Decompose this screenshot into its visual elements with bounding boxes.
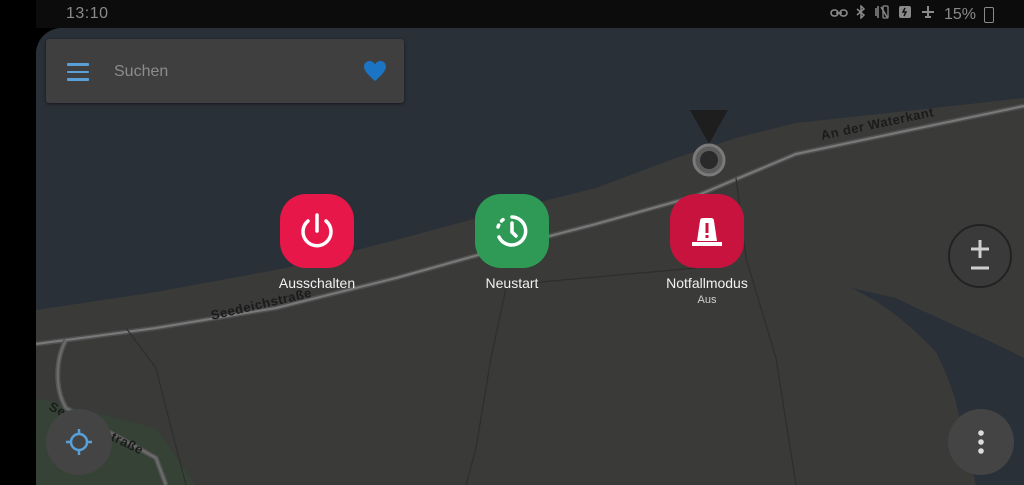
screen-bezel — [0, 0, 36, 485]
bluetooth-icon — [856, 4, 866, 24]
battery-saver-icon — [898, 5, 912, 24]
emergency-mode-status: Aus — [697, 294, 717, 306]
zoom-control[interactable] — [948, 224, 1012, 288]
battery-icon — [984, 6, 994, 23]
emergency-beacon-icon — [692, 218, 722, 246]
zoom-in-icon[interactable] — [969, 238, 991, 260]
favorites-heart-icon[interactable] — [363, 60, 387, 82]
restart-label: Neustart — [485, 275, 539, 291]
status-bar: 13:10 15% — [0, 0, 1024, 28]
airplane-icon — [920, 5, 936, 24]
restart-icon — [496, 215, 528, 247]
menu-icon[interactable] — [67, 63, 89, 81]
search-bar — [46, 39, 404, 103]
mute-vibrate-icon — [874, 5, 890, 24]
emergency-mode-label: Notfallmodus — [666, 275, 748, 291]
zoom-out-icon[interactable] — [969, 266, 991, 270]
my-location-button[interactable] — [46, 409, 112, 475]
power-off-button[interactable] — [280, 194, 354, 268]
link-icon — [830, 6, 848, 24]
more-options-button[interactable] — [948, 409, 1014, 475]
status-time: 13:10 — [66, 5, 109, 22]
restart-button[interactable] — [475, 194, 549, 268]
crosshair-location-icon — [66, 429, 92, 455]
search-input[interactable] — [112, 59, 356, 85]
more-vertical-icon — [978, 430, 984, 454]
power-icon — [301, 213, 333, 248]
power-off-label: Ausschalten — [278, 275, 356, 291]
battery-percentage: 15% — [943, 5, 976, 23]
location-pin-icon[interactable] — [688, 108, 730, 180]
status-icons: 15% — [830, 4, 994, 24]
emergency-mode-button[interactable] — [670, 194, 744, 268]
